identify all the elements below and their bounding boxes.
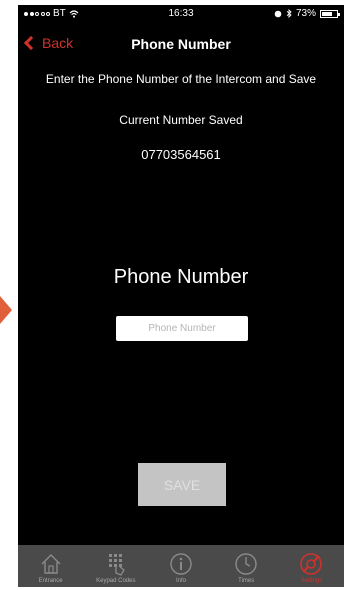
navigation-bar: Back Phone Number — [18, 23, 344, 67]
phone-number-input[interactable] — [116, 316, 248, 341]
status-bar: BT 16:33 73% — [18, 5, 344, 23]
current-number-value: 07703564561 — [141, 147, 221, 162]
tab-entrance[interactable]: Entrance — [18, 545, 83, 587]
tab-label: Info — [176, 578, 187, 584]
tab-label: Entrance — [38, 578, 63, 584]
tab-settings[interactable]: Settings — [279, 545, 344, 587]
instructions-text: Enter the Phone Number of the Intercom a… — [45, 72, 317, 86]
battery-percent: 73% — [295, 8, 316, 19]
bluetooth-icon — [286, 9, 292, 18]
page-title: Phone Number — [131, 36, 231, 52]
pointer-arrow-icon — [0, 296, 12, 324]
status-right: 73% — [274, 8, 340, 19]
battery-icon — [320, 9, 340, 18]
tab-info[interactable]: Info — [148, 545, 213, 587]
house-icon — [41, 554, 61, 574]
alarm-icon — [274, 10, 282, 17]
tab-label: Keypad Codes — [96, 578, 136, 584]
tab-keypad-codes[interactable]: Keypad Codes — [83, 545, 148, 587]
save-button[interactable]: SAVE — [138, 463, 226, 506]
tab-bar: Entrance Keypad Codes Info Times Setting… — [18, 545, 344, 587]
keypad-icon — [108, 554, 125, 576]
current-number-label: Current Number Saved — [119, 113, 243, 127]
phone-screen: BT 16:33 73% Back Phone Number Enter the — [18, 5, 344, 587]
tab-label: Times — [238, 578, 255, 584]
phone-number-heading: Phone Number — [113, 266, 249, 288]
tab-label: Settings — [300, 578, 323, 584]
clock-icon — [235, 553, 257, 575]
tab-times[interactable]: Times — [214, 545, 279, 587]
settings-icon — [300, 553, 323, 575]
info-icon — [170, 553, 192, 575]
